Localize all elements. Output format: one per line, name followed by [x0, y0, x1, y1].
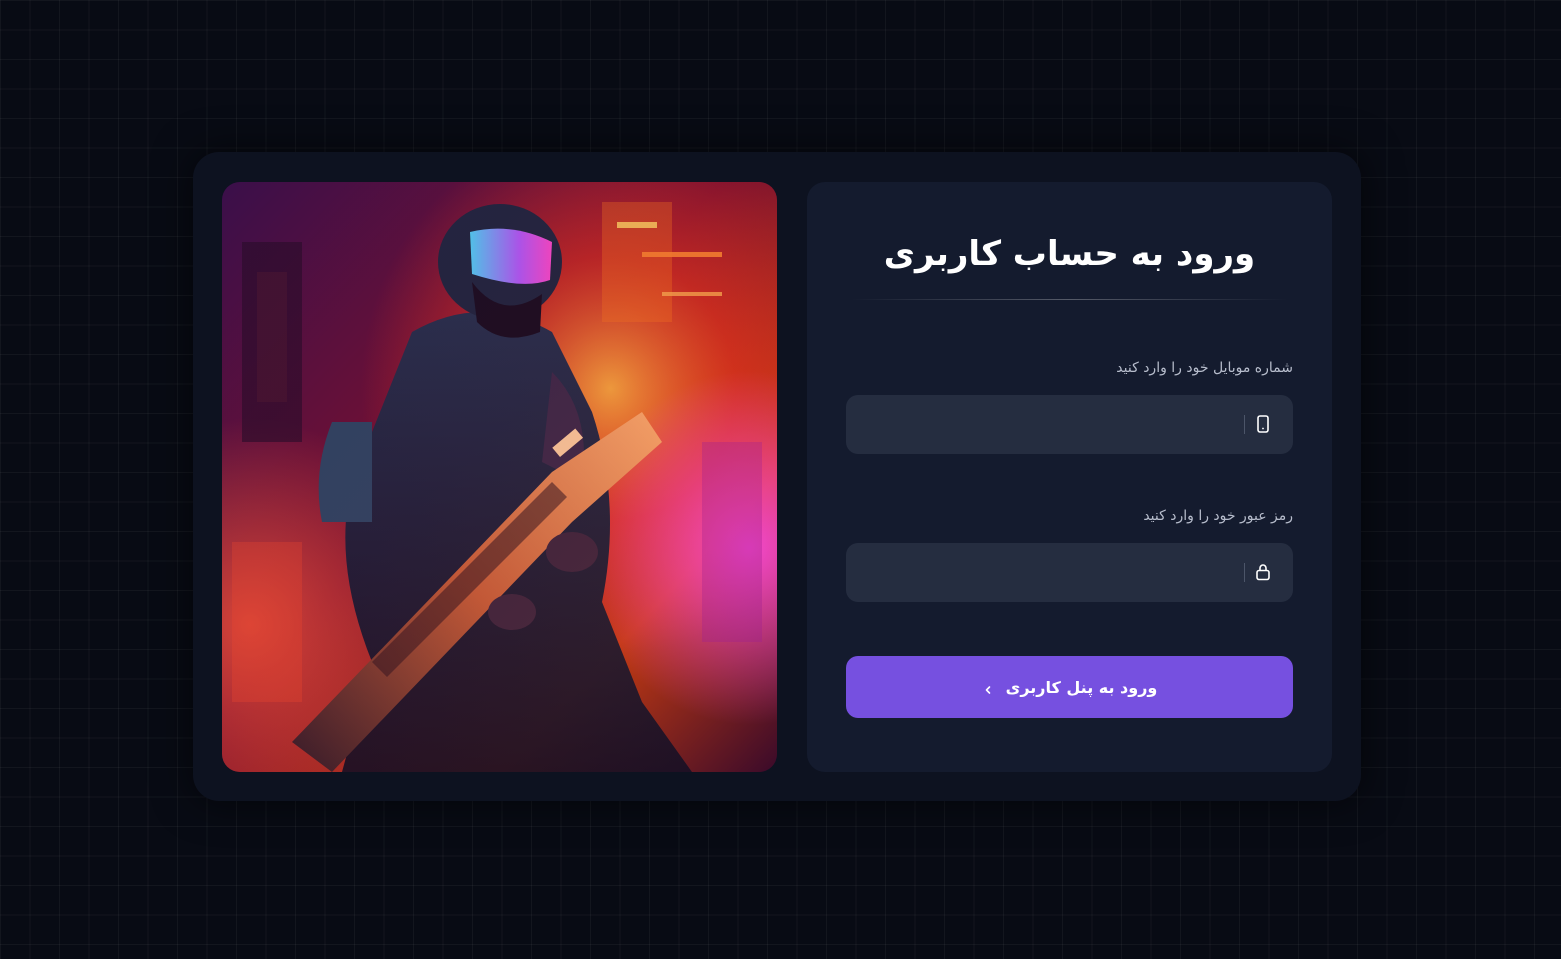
mobile-field[interactable] — [846, 395, 1293, 454]
lock-icon — [1253, 562, 1273, 582]
cyberpunk-soldier-artwork — [222, 182, 777, 772]
password-input[interactable] — [846, 543, 1293, 602]
mobile-phone-icon — [1253, 414, 1273, 434]
password-label: رمز عبور خود را وارد کنید — [1143, 508, 1293, 524]
login-submit-label: ورود به پنل کاربری — [1005, 677, 1158, 697]
mobile-label: شماره موبایل خود را وارد کنید — [1116, 360, 1293, 376]
hero-image — [222, 182, 777, 772]
field-separator — [1244, 563, 1245, 582]
page-title: ورود به حساب کاربری — [883, 234, 1256, 274]
mobile-input[interactable] — [846, 395, 1293, 454]
login-card: ورود به حساب کاربری شماره موبایل خود را … — [193, 152, 1361, 801]
login-panel: ورود به حساب کاربری شماره موبایل خود را … — [807, 182, 1332, 772]
chevron-left-icon — [982, 681, 994, 694]
password-field[interactable] — [846, 543, 1293, 602]
title-divider — [851, 299, 1288, 300]
login-submit-button[interactable]: ورود به پنل کاربری — [846, 656, 1293, 718]
field-separator — [1244, 415, 1245, 434]
